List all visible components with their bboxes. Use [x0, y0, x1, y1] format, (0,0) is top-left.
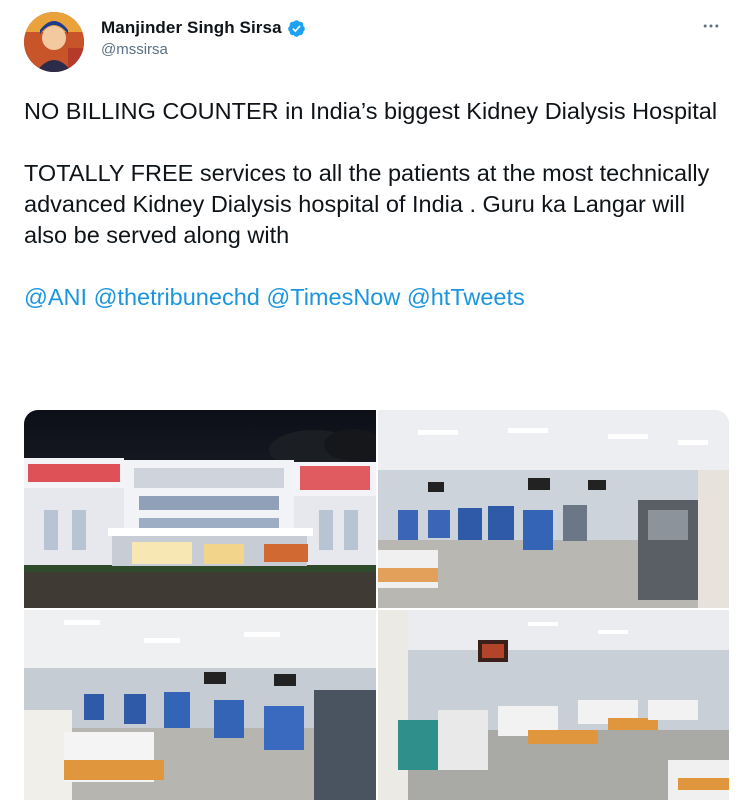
tweet-paragraph-1: NO BILLING COUNTER in India’s biggest Ki… — [24, 98, 718, 124]
tweet-card: Manjinder Singh Sirsa @mssirsa NO BILLIN… — [0, 0, 737, 800]
handle[interactable]: @mssirsa — [101, 41, 306, 58]
tweet-header: Manjinder Singh Sirsa @mssirsa — [101, 18, 306, 58]
dialysis-ward-photo-2[interactable] — [24, 610, 376, 800]
hospital-exterior-photo[interactable] — [24, 410, 376, 608]
avatar[interactable] — [24, 12, 84, 72]
tweet-text: NO BILLING COUNTER in India’s biggest Ki… — [24, 96, 724, 313]
media-grid — [24, 410, 729, 800]
mention-link[interactable]: @htTweets — [407, 284, 525, 310]
mentions-line: @ANI @thetribunechd @TimesNow @htTweets — [24, 282, 724, 313]
verified-badge-icon — [287, 19, 306, 38]
dialysis-ward-photo-1[interactable] — [378, 410, 729, 608]
mention-link[interactable]: @ANI — [24, 284, 87, 310]
display-name-row: Manjinder Singh Sirsa — [101, 18, 306, 38]
more-horizontal-icon — [703, 24, 719, 28]
dialysis-ward-photo-3[interactable] — [378, 610, 729, 800]
display-name[interactable]: Manjinder Singh Sirsa — [101, 18, 282, 38]
mention-link[interactable]: @TimesNow — [266, 284, 400, 310]
more-button[interactable] — [699, 14, 723, 38]
mention-link[interactable]: @thetribunechd — [94, 284, 260, 310]
tweet-paragraph-2: TOTALLY FREE services to all the patient… — [24, 160, 710, 248]
